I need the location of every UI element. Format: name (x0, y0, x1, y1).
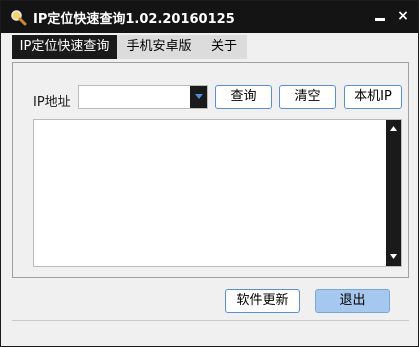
tab-about[interactable]: 关于 (201, 35, 247, 59)
bottom-divider (12, 320, 409, 321)
window-title: IP定位快速查询1.02.20160125 (33, 12, 235, 27)
arrow-up-icon (390, 126, 397, 131)
exit-button[interactable]: 退出 (315, 289, 390, 313)
result-textarea[interactable] (33, 119, 402, 267)
chevron-down-icon (194, 94, 203, 99)
scroll-up-button[interactable] (386, 122, 401, 136)
query-button[interactable]: 查询 (215, 85, 272, 109)
local-ip-button[interactable]: 本机IP (344, 85, 402, 109)
software-update-button[interactable]: 软件更新 (225, 289, 300, 313)
scroll-down-button[interactable] (386, 250, 401, 264)
tab-android[interactable]: 手机安卓版 (117, 35, 201, 59)
minimize-icon (375, 18, 385, 21)
query-panel: IP地址 查询 清空 本机IP (12, 62, 409, 278)
arrow-down-icon (390, 254, 397, 259)
tab-ip-query[interactable]: IP定位快速查询 (12, 35, 117, 59)
close-button[interactable]: × (394, 7, 412, 25)
app-window: IP定位快速查询1.02.20160125 × IP定位快速查询 手机安卓版 关… (0, 0, 419, 347)
minimize-button[interactable] (371, 7, 389, 25)
ip-dropdown-button[interactable] (190, 86, 207, 108)
ip-address-combobox[interactable] (78, 85, 208, 109)
ip-address-label: IP地址 (33, 95, 71, 110)
vertical-scrollbar[interactable] (386, 120, 401, 266)
title-bar[interactable]: IP定位快速查询1.02.20160125 × (1, 1, 418, 33)
ip-address-input[interactable] (79, 86, 191, 108)
clear-button[interactable]: 清空 (279, 85, 336, 109)
magnifier-icon (10, 9, 27, 26)
